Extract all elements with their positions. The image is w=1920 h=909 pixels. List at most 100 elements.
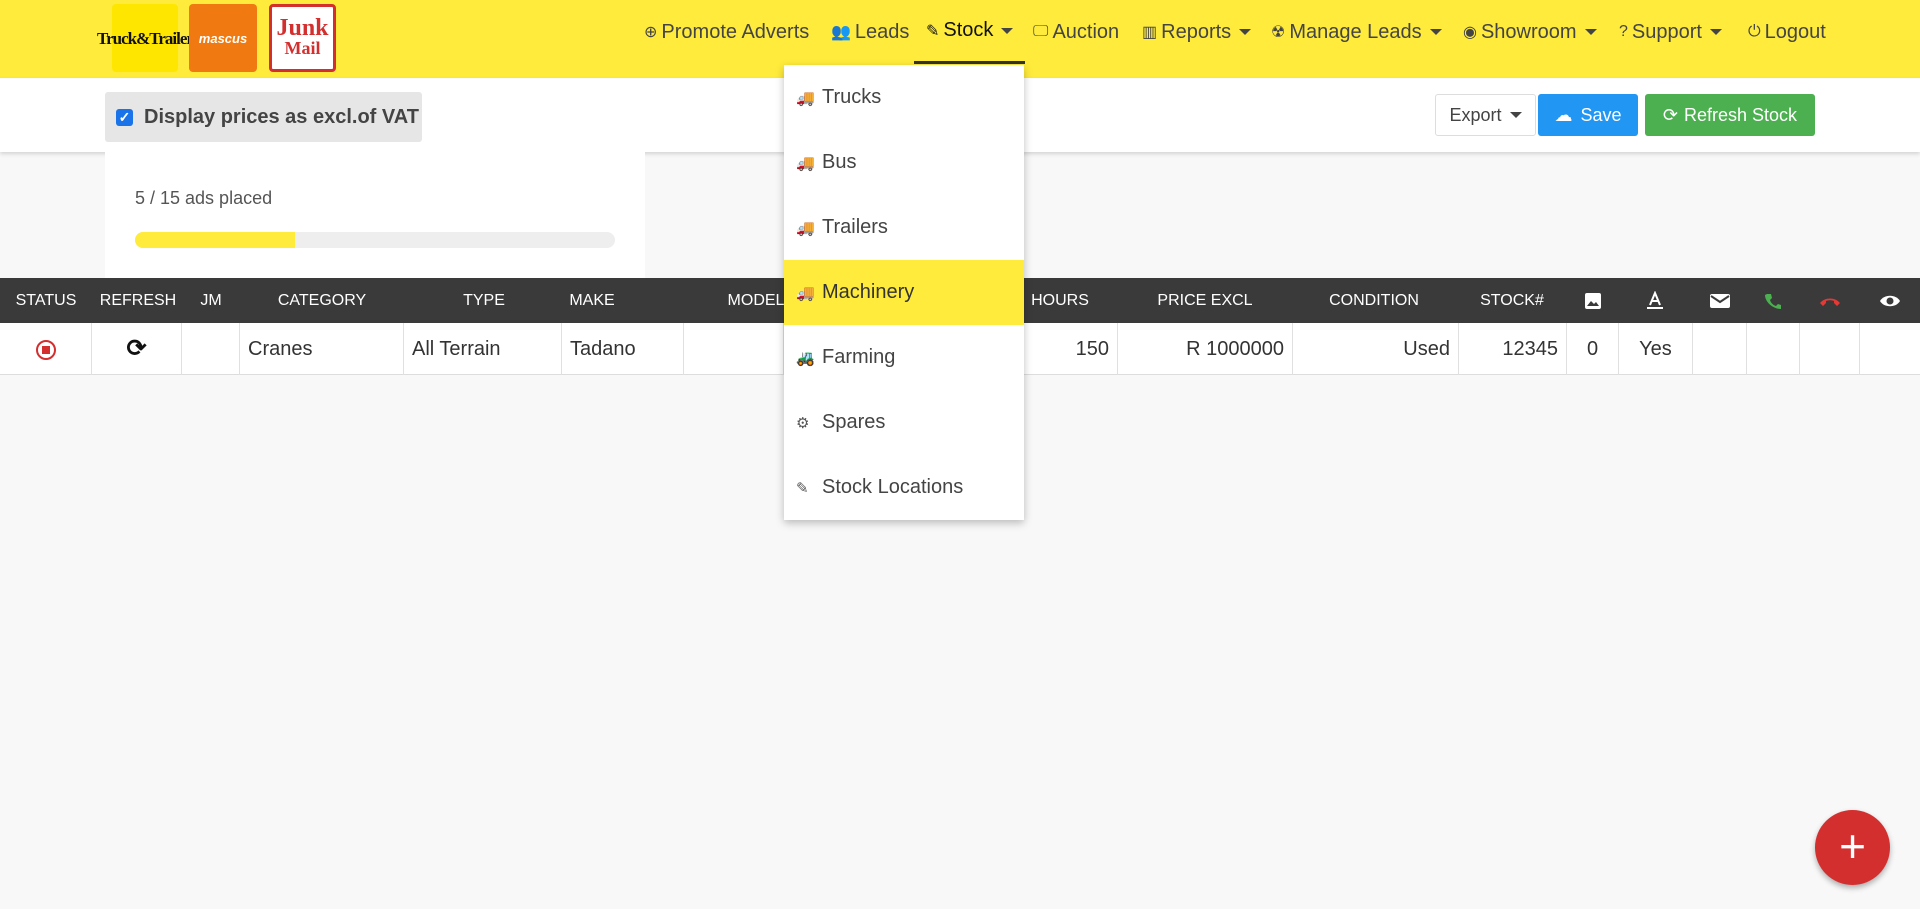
monitor-icon: 🖵 — [1033, 23, 1049, 40]
junk-mail-logo[interactable]: Junk Mail — [269, 4, 336, 72]
tractor-icon: 🚜 — [796, 349, 815, 367]
model-cell — [684, 323, 784, 375]
th-make[interactable]: MAKE — [562, 278, 622, 323]
nav-leads-label: Leads — [854, 20, 910, 43]
menu-item-bus-label: Bus — [822, 151, 857, 173]
truck-trailer-logo[interactable]: Truck&Trailer — [97, 4, 194, 72]
truck-icon: 🚚 — [796, 154, 815, 172]
menu-item-trailers-label: Trailers — [822, 216, 888, 238]
truck-icon: 🚚 — [796, 219, 815, 237]
refresh-cell[interactable]: ⟳ — [92, 323, 182, 375]
th-condition[interactable]: CONDITION — [1314, 278, 1434, 323]
nav-promote-adverts[interactable]: ⊕ Promote Adverts — [644, 0, 809, 64]
view-cell — [1860, 323, 1920, 375]
menu-item-trailers[interactable]: 🚚 Trailers — [784, 195, 1024, 260]
th-hours[interactable]: HOURS — [1020, 278, 1100, 323]
plus-circle-icon: ⊕ — [644, 24, 658, 41]
th-price-excl[interactable]: PRICE EXCL — [1140, 278, 1270, 323]
export-label: Export — [1449, 104, 1502, 125]
bar-chart-icon: ▥ — [1142, 24, 1158, 41]
mail-icon — [1707, 278, 1733, 323]
export-button[interactable]: Export — [1435, 94, 1536, 136]
images-count-cell: 0 — [1567, 323, 1619, 375]
type-cell: All Terrain — [404, 323, 562, 375]
menu-item-farming[interactable]: 🚜 Farming — [784, 325, 1024, 390]
condition-cell: Used — [1293, 323, 1459, 375]
save-button[interactable]: ☁ Save — [1538, 94, 1638, 136]
menu-item-machinery[interactable]: 🚚 Machinery — [784, 260, 1024, 325]
menu-item-stock-locations-label: Stock Locations — [822, 476, 964, 498]
nav-promote-label: Promote Adverts — [661, 20, 810, 43]
vat-checkbox[interactable]: ✓ — [116, 108, 133, 126]
mail-cell — [1693, 323, 1747, 375]
call-end-cell — [1800, 323, 1860, 375]
question-circle-icon: ? — [1619, 23, 1628, 40]
menu-item-farming-label: Farming — [822, 346, 896, 368]
chevron-down-icon — [1584, 29, 1597, 35]
nav-showroom[interactable]: ◉ Showroom — [1463, 0, 1597, 64]
nav-support[interactable]: ? Support — [1619, 0, 1722, 64]
pencil-icon: ✎ — [926, 22, 940, 40]
make-cell: Tadano — [562, 323, 684, 375]
truck-icon: 🚚 — [796, 284, 815, 302]
ads-progress-bar — [135, 232, 615, 248]
nav-logout-label: Logout — [1764, 20, 1826, 43]
price-cell: R 1000000 — [1118, 323, 1293, 375]
status-cell[interactable] — [0, 323, 92, 375]
user-circle-icon: ◉ — [1463, 24, 1477, 41]
menu-item-spares[interactable]: ⚙ Spares — [784, 390, 1024, 455]
truck-icon: 🚚 — [796, 89, 815, 107]
nav-stock[interactable]: ✎ Stock — [914, 0, 1026, 64]
th-jm[interactable]: JM — [184, 278, 238, 323]
mascus-logo[interactable]: mascus — [189, 4, 257, 72]
nav-manage-leads-label: Manage Leads — [1289, 20, 1422, 43]
chevron-down-icon — [1429, 29, 1442, 35]
chevron-down-icon — [1509, 112, 1522, 118]
chevron-down-icon — [1239, 29, 1252, 35]
nav-showroom-label: Showroom — [1480, 20, 1577, 43]
stock-dropdown-menu: 🚚 Trucks 🚚 Bus 🚚 Trailers 🚚 Machinery 🚜 Farmi… — [784, 65, 1024, 520]
junk-mail-logo-bottom: Mail — [284, 38, 321, 58]
radiation-icon: ☢ — [1271, 24, 1286, 41]
flag-cell: Yes — [1619, 323, 1693, 375]
nav-leads[interactable]: 👥 Leads — [831, 0, 909, 64]
nav-logout[interactable]: ⏻ Logout — [1748, 0, 1826, 64]
ads-placed-label: 5 / 15 ads placed — [135, 188, 273, 208]
nav-auction-label: Auction — [1052, 20, 1120, 43]
th-refresh[interactable]: REFRESH — [92, 278, 184, 323]
callback-cell — [1747, 323, 1800, 375]
th-status[interactable]: STATUS — [0, 278, 92, 323]
nav-auction[interactable]: 🖵 Auction — [1033, 0, 1119, 64]
eye-icon — [1877, 278, 1903, 323]
menu-item-trucks[interactable]: 🚚 Trucks — [784, 65, 1024, 130]
category-cell: Cranes — [240, 323, 404, 375]
jm-cell — [182, 323, 240, 375]
stop-circle-icon[interactable] — [35, 339, 56, 360]
nav-stock-label: Stock — [943, 19, 994, 41]
ads-progress-fill — [135, 232, 295, 248]
gear-icon: ⚙ — [796, 414, 810, 432]
menu-item-bus[interactable]: 🚚 Bus — [784, 130, 1024, 195]
refresh-stock-button[interactable]: ⟳ Refresh Stock — [1645, 94, 1815, 136]
menu-item-stock-locations[interactable]: ✎ Stock Locations — [784, 455, 1024, 520]
th-type[interactable]: TYPE — [406, 278, 562, 323]
power-icon: ⏻ — [1748, 23, 1761, 40]
image-icon — [1580, 278, 1606, 323]
th-stock-number[interactable]: STOCK# — [1468, 278, 1556, 323]
chevron-down-icon — [1709, 29, 1722, 35]
nav-reports[interactable]: ▥ Reports — [1142, 0, 1252, 64]
phone-callback-icon — [1760, 278, 1786, 323]
ads-progress-card: 5 / 15 ads placed — [105, 152, 645, 278]
users-icon: 👥 — [831, 24, 851, 41]
cloud-icon: ☁ — [1554, 104, 1573, 125]
th-category[interactable]: CATEGORY — [238, 278, 406, 323]
nav-manage-leads[interactable]: ☢ Manage Leads — [1271, 0, 1442, 64]
menu-item-machinery-label: Machinery — [822, 281, 915, 303]
chevron-down-icon — [1001, 27, 1014, 34]
vat-toggle[interactable]: ✓ Display prices as excl.of VAT — [105, 92, 422, 142]
vat-label: Display prices as excl.of VAT — [144, 105, 419, 128]
refresh-icon[interactable]: ⟳ — [126, 335, 146, 362]
add-stock-fab[interactable]: + — [1815, 810, 1890, 885]
call-end-icon — [1817, 278, 1843, 323]
menu-item-spares-label: Spares — [822, 411, 886, 433]
